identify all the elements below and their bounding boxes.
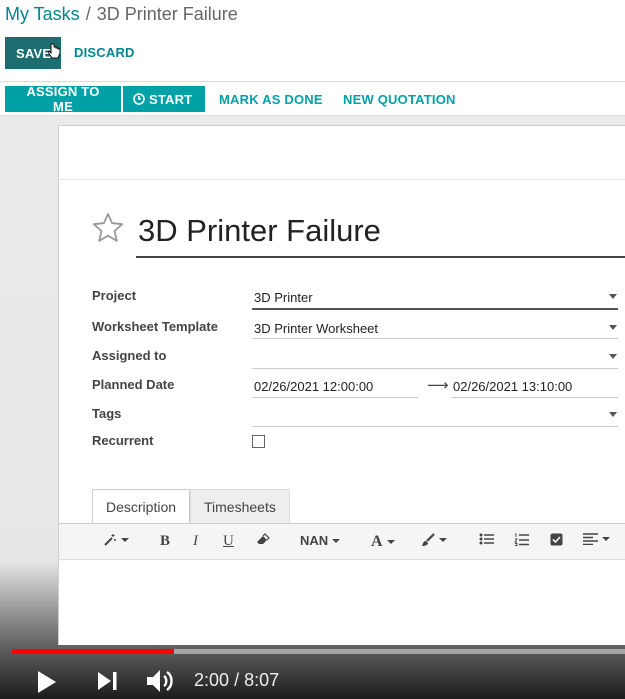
bullet-list-button[interactable] (479, 533, 494, 545)
font-color-label: A (371, 533, 383, 550)
assigned-label: Assigned to (92, 348, 167, 363)
assigned-field[interactable] (254, 350, 604, 366)
task-title-input[interactable]: 3D Printer Failure (138, 213, 381, 249)
discard-button[interactable]: DISCARD (74, 45, 135, 60)
tags-label: Tags (92, 406, 122, 421)
worksheet-dropdown-icon[interactable] (609, 325, 617, 330)
underline-button[interactable]: U (223, 533, 234, 550)
project-dropdown-icon[interactable] (609, 294, 617, 299)
hand-cursor-icon (48, 43, 60, 59)
volume-icon[interactable] (146, 668, 176, 694)
next-video-icon[interactable] (97, 671, 119, 691)
video-time-separator: / (234, 670, 240, 690)
bold-button[interactable]: B (160, 533, 170, 550)
font-size-label: NAN (300, 533, 329, 548)
status-bar: ASSIGN TO ME START MARK AS DONE NEW QUOT… (0, 82, 625, 116)
recurrent-checkbox[interactable] (252, 435, 265, 448)
paragraph-align-dropdown[interactable] (583, 533, 610, 545)
tags-field[interactable] (254, 408, 604, 424)
tags-dropdown-icon[interactable] (609, 412, 617, 417)
checkbox-icon (550, 533, 563, 546)
background-color-dropdown[interactable] (421, 533, 447, 547)
planned-end-underline (451, 397, 618, 398)
video-duration: 8:07 (244, 670, 280, 690)
video-progress-played (12, 649, 174, 654)
worksheet-label: Worksheet Template (92, 319, 218, 334)
tab-description-label: Description (106, 499, 177, 515)
video-time: 2:00 / 8:07 (194, 670, 279, 691)
worksheet-underline (252, 338, 618, 339)
checklist-button[interactable] (550, 533, 563, 546)
tab-timesheets-label: Timesheets (204, 499, 276, 515)
font-color-dropdown[interactable]: A (371, 533, 395, 551)
tags-underline (252, 426, 618, 427)
arrow-right-icon: ⟶ (427, 377, 449, 394)
breadcrumb: My Tasks/3D Printer Failure (5, 4, 238, 25)
planned-date-label: Planned Date (92, 377, 175, 392)
magic-wand-icon (104, 534, 116, 546)
mark-as-done-button[interactable]: MARK AS DONE (219, 86, 323, 112)
start-button[interactable]: START (123, 86, 205, 112)
assign-to-me-button[interactable]: ASSIGN TO ME (5, 84, 121, 114)
planned-end-input[interactable]: 02/26/2021 13:10:00 (453, 379, 572, 394)
recurrent-label: Recurrent (92, 433, 154, 448)
editor-toolbar: B I U NAN A (59, 524, 625, 560)
form-sheet: 3D Printer Failure Project 3D Printer Wo… (58, 125, 625, 645)
star-icon[interactable] (92, 212, 124, 244)
style-dropdown[interactable] (103, 533, 129, 547)
planned-start-input[interactable]: 02/26/2021 12:00:00 (254, 379, 373, 394)
new-quotation-button[interactable]: NEW QUOTATION (343, 86, 456, 112)
font-size-dropdown[interactable]: NAN (300, 533, 341, 548)
assign-to-me-label: ASSIGN TO ME (26, 84, 100, 114)
project-label: Project (92, 288, 137, 303)
numbered-list-button[interactable] (514, 533, 529, 546)
breadcrumb-separator: / (85, 4, 91, 24)
clock-icon (133, 93, 145, 105)
tab-description[interactable]: Description (92, 489, 191, 524)
play-icon[interactable] (37, 670, 57, 694)
eraser-icon (257, 533, 270, 544)
assigned-dropdown-icon[interactable] (609, 354, 617, 359)
planned-start-underline (252, 397, 418, 398)
italic-button[interactable]: I (193, 533, 198, 550)
tab-timesheets[interactable]: Timesheets (190, 489, 290, 524)
worksheet-field[interactable]: 3D Printer Worksheet (254, 321, 378, 336)
project-underline (252, 308, 618, 310)
bullet-list-icon (479, 533, 494, 545)
control-panel: My Tasks/3D Printer Failure SAVE DISCARD (0, 0, 625, 82)
numbered-list-icon (514, 533, 529, 546)
eraser-button[interactable] (256, 533, 271, 545)
breadcrumb-current: 3D Printer Failure (96, 4, 238, 24)
breadcrumb-my-tasks[interactable]: My Tasks (5, 4, 80, 24)
project-field[interactable]: 3D Printer (254, 290, 313, 305)
align-left-icon (583, 533, 598, 545)
video-progress-bar[interactable] (12, 649, 625, 654)
paint-brush-icon (422, 533, 435, 546)
start-label: START (149, 91, 193, 107)
sheet-header (59, 126, 625, 180)
video-current-time: 2:00 (194, 670, 230, 690)
title-underline (136, 256, 625, 258)
assigned-underline (252, 368, 618, 369)
